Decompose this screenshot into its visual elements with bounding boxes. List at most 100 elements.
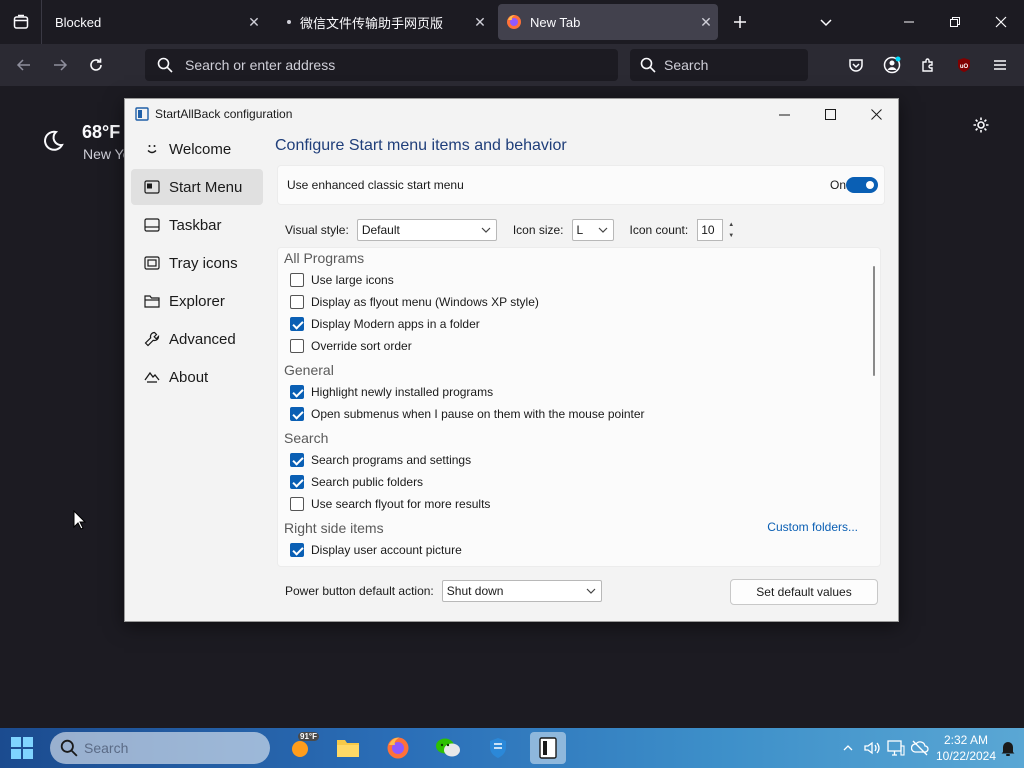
checkbox[interactable] xyxy=(290,475,304,489)
back-button[interactable] xyxy=(10,51,38,79)
firefox-icon xyxy=(387,737,409,759)
notifications-button[interactable] xyxy=(998,738,1018,758)
option-label: Override sort order xyxy=(311,339,412,353)
set-default-values-button[interactable]: Set default values xyxy=(730,579,878,605)
settings-scrollbar[interactable] xyxy=(869,248,879,566)
extensions-button[interactable] xyxy=(914,51,942,79)
checkbox[interactable] xyxy=(290,385,304,399)
chevron-down-icon xyxy=(820,19,832,27)
nav-item-about[interactable]: About xyxy=(131,359,263,395)
close-tab-icon[interactable]: ✕ xyxy=(694,10,718,34)
option-search-programs[interactable]: Search programs and settings xyxy=(290,450,471,470)
network-button[interactable] xyxy=(910,738,930,758)
nav-item-label: Taskbar xyxy=(169,216,222,234)
account-button[interactable] xyxy=(878,51,906,79)
weather-widget[interactable]: 68°F New Yo xyxy=(42,122,130,162)
startallback-icon xyxy=(539,737,557,759)
option-highlight-new-programs[interactable]: Highlight newly installed programs xyxy=(290,382,493,402)
reload-button[interactable] xyxy=(82,51,110,79)
option-label: Display user account picture xyxy=(311,543,462,557)
search-bar[interactable] xyxy=(630,49,808,81)
visual-style-select[interactable]: Default xyxy=(356,219,497,241)
ublock-button[interactable]: uO xyxy=(950,51,978,79)
tab-list-button[interactable] xyxy=(0,0,42,44)
option-use-large-icons[interactable]: Use large icons xyxy=(290,270,394,290)
show-hidden-icons-button[interactable] xyxy=(838,738,858,758)
icon-count-input[interactable]: 10 xyxy=(697,219,724,241)
forward-button[interactable] xyxy=(46,51,74,79)
option-search-flyout[interactable]: Use search flyout for more results xyxy=(290,494,490,514)
spin-up-icon[interactable]: ▲ xyxy=(724,219,738,230)
icon-size-select[interactable]: L xyxy=(571,219,614,241)
nav-item-label: Welcome xyxy=(169,140,232,158)
checkbox[interactable] xyxy=(290,497,304,511)
dialog-titlebar[interactable]: StartAllBack configuration xyxy=(125,99,898,129)
checkbox[interactable] xyxy=(290,273,304,287)
checkbox[interactable] xyxy=(290,453,304,467)
gear-icon xyxy=(973,117,989,133)
option-modern-apps-folder[interactable]: Display Modern apps in a folder xyxy=(290,314,480,334)
enhanced-menu-toggle[interactable] xyxy=(846,177,878,193)
close-tab-icon[interactable]: ✕ xyxy=(242,10,266,34)
search-icon xyxy=(157,57,173,73)
tab-blocked[interactable]: Blocked ✕ xyxy=(46,4,266,40)
new-tab-button[interactable] xyxy=(726,8,754,36)
option-open-submenus-hover[interactable]: Open submenus when I pause on them with … xyxy=(290,404,645,424)
taskbar-search-input[interactable] xyxy=(84,740,254,756)
checkbox[interactable] xyxy=(290,339,304,353)
power-action-value: Shut down xyxy=(446,584,504,598)
personalize-button[interactable] xyxy=(972,116,994,138)
checkbox[interactable] xyxy=(290,317,304,331)
pocket-button[interactable] xyxy=(842,51,870,79)
app-menu-button[interactable] xyxy=(986,51,1014,79)
option-override-sort[interactable]: Override sort order xyxy=(290,336,412,356)
tab-wechat[interactable]: 微信文件传输助手网页版 ✕ xyxy=(272,4,492,40)
list-all-tabs-button[interactable] xyxy=(812,8,840,36)
address-input[interactable] xyxy=(185,57,565,73)
display-button[interactable] xyxy=(886,738,906,758)
nav-item-start-menu[interactable]: Start Menu xyxy=(131,169,263,205)
nav-item-tray-icons[interactable]: Tray icons xyxy=(131,245,263,281)
dialog-minimize-button[interactable] xyxy=(761,99,807,129)
taskbar-wechat[interactable] xyxy=(430,732,466,764)
taskbar-file-explorer[interactable] xyxy=(330,732,366,764)
option-user-account-picture[interactable]: Display user account picture xyxy=(290,540,462,560)
checkbox[interactable] xyxy=(290,295,304,309)
taskbar-clock[interactable]: 2:32 AM 10/22/2024 xyxy=(934,732,998,764)
option-flyout-menu[interactable]: Display as flyout menu (Windows XP style… xyxy=(290,292,539,312)
minimize-window-button[interactable] xyxy=(895,8,923,36)
checkbox[interactable] xyxy=(290,543,304,557)
scrollbar-thumb[interactable] xyxy=(873,266,875,376)
icon-size-value: L xyxy=(576,223,584,237)
option-search-public-folders[interactable]: Search public folders xyxy=(290,472,423,492)
search-input[interactable] xyxy=(664,57,794,73)
shield-icon xyxy=(490,738,506,758)
tab-new-tab[interactable]: New Tab ✕ xyxy=(498,4,718,40)
close-tab-icon[interactable]: ✕ xyxy=(468,10,492,34)
taskbar-firefox[interactable] xyxy=(380,732,416,764)
taskbar-weather[interactable]: 91°F xyxy=(282,732,319,764)
option-label: Display Modern apps in a folder xyxy=(311,317,480,331)
app-icon xyxy=(135,107,149,121)
chevron-down-icon xyxy=(586,588,596,594)
weather-badge: 91°F xyxy=(298,732,319,741)
checkbox[interactable] xyxy=(290,407,304,421)
restore-window-button[interactable] xyxy=(941,8,969,36)
nav-item-advanced[interactable]: Advanced xyxy=(131,321,263,357)
dialog-close-button[interactable] xyxy=(853,99,899,129)
close-window-button[interactable] xyxy=(987,8,1015,36)
start-button[interactable] xyxy=(10,736,34,760)
address-bar[interactable] xyxy=(145,49,618,81)
taskbar-search[interactable] xyxy=(50,732,270,764)
nav-item-explorer[interactable]: Explorer xyxy=(131,283,263,319)
dialog-maximize-button[interactable] xyxy=(807,99,853,129)
taskbar-security[interactable] xyxy=(480,732,516,764)
volume-button[interactable] xyxy=(862,738,882,758)
nav-item-taskbar[interactable]: Taskbar xyxy=(131,207,263,243)
custom-folders-link[interactable]: Custom folders... xyxy=(767,520,858,534)
spin-down-icon[interactable]: ▼ xyxy=(724,230,738,241)
taskbar-startallback[interactable] xyxy=(530,732,566,764)
nav-item-welcome[interactable]: Welcome xyxy=(131,131,263,167)
power-action-select[interactable]: Shut down xyxy=(441,580,602,602)
weather-temperature: 68°F xyxy=(82,122,121,142)
